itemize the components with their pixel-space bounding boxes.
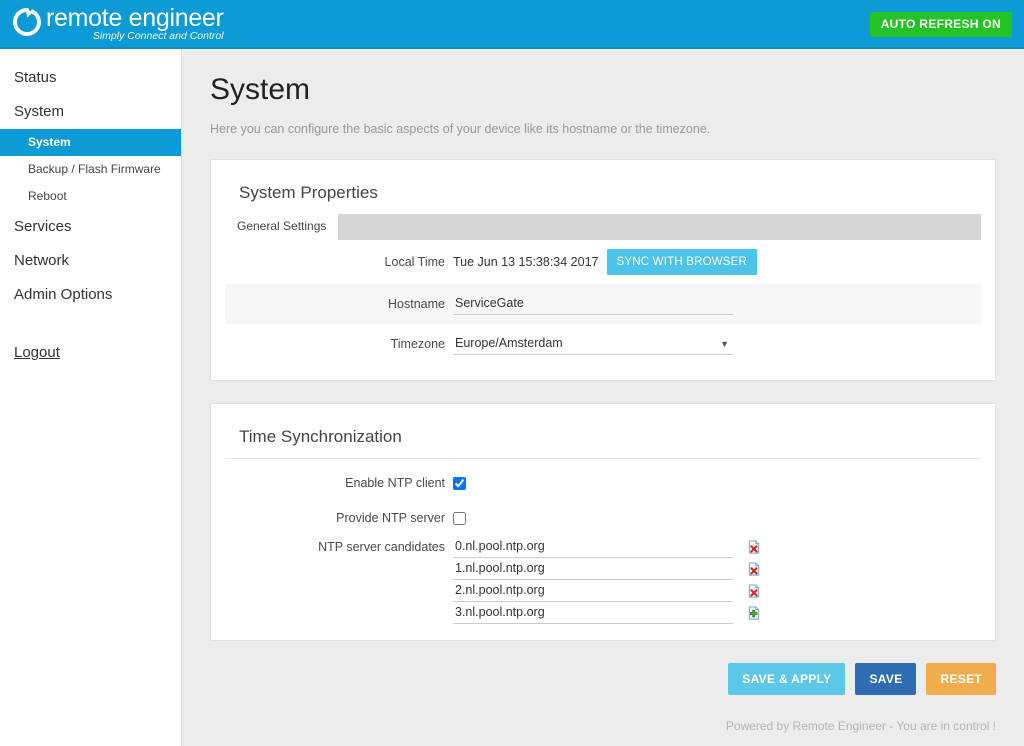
ntp-candidate-row [225, 602, 981, 624]
sidebar-subitem-backup-flash-firmware[interactable]: Backup / Flash Firmware [0, 156, 181, 183]
provide-ntp-server-cell [453, 511, 981, 525]
ntp-candidate-input-1[interactable] [453, 558, 733, 580]
brand-text: remote engineer Simply Connect and Contr… [46, 4, 224, 42]
ntp-candidate-input-0[interactable] [453, 536, 733, 558]
settings-tabbar: General Settings [225, 214, 981, 240]
sidebar-item-admin-options[interactable]: Admin Options [0, 278, 181, 312]
sidebar-item-system[interactable]: System [0, 95, 181, 129]
footer-text: Powered by Remote Engineer - You are in … [725, 719, 996, 733]
sidebar-subitem-system[interactable]: System [0, 129, 181, 156]
provide-ntp-server-label: Provide NTP server [336, 511, 445, 525]
ntp-candidate-input-3[interactable] [453, 602, 733, 624]
enable-ntp-client-cell [453, 476, 981, 490]
hostname-label: Hostname [388, 297, 445, 311]
remove-icon[interactable] [747, 539, 762, 555]
provide-ntp-server-checkbox[interactable] [453, 511, 466, 525]
sidebar-subitem-reboot[interactable]: Reboot [0, 183, 181, 210]
ntp-action-cell [737, 539, 777, 555]
save-and-apply-button[interactable]: SAVE & APPLY [728, 663, 846, 695]
sync-with-browser-button[interactable]: SYNC WITH BROWSER [606, 249, 758, 275]
auto-refresh-toggle-button[interactable]: AUTO REFRESH ON [869, 12, 1012, 37]
ntp-candidate-row [225, 580, 981, 602]
hostname-input[interactable] [453, 293, 733, 315]
row-local-time: Local Time Tue Jun 13 15:38:34 2017 SYNC… [225, 240, 981, 284]
sidebar-nav: Status System System Backup / Flash Firm… [0, 49, 182, 746]
timezone-select[interactable]: Europe/Amsterdam [453, 333, 733, 355]
timezone-select-wrap: Europe/Amsterdam ▼ [453, 333, 733, 355]
system-properties-title: System Properties [239, 183, 378, 202]
ntp-candidate-row: NTP server candidates [225, 536, 981, 558]
time-synchronization-title: Time Synchronization [239, 427, 402, 446]
ntp-input-cell [453, 558, 737, 580]
page-description: Here you can configure the basic aspects… [210, 122, 711, 136]
row-enable-ntp-client: Enable NTP client [225, 458, 981, 500]
remove-icon[interactable] [747, 583, 762, 599]
sidebar-item-status[interactable]: Status [0, 61, 181, 95]
main-content: System Here you can configure the basic … [182, 49, 1024, 746]
local-time-label: Local Time [384, 255, 445, 269]
sidebar-item-network[interactable]: Network [0, 244, 181, 278]
ntp-input-cell [453, 580, 737, 602]
ntp-candidates-group: NTP server candidates [225, 536, 981, 624]
timezone-value-cell: Europe/Amsterdam ▼ [453, 333, 981, 355]
form-actions: SAVE & APPLY SAVE RESET [210, 663, 996, 695]
ntp-input-cell [453, 602, 737, 624]
remote-engineer-logo-icon [13, 8, 41, 36]
timezone-label: Timezone [390, 337, 445, 351]
row-timezone: Timezone Europe/Amsterdam ▼ [225, 324, 981, 364]
row-provide-ntp-server: Provide NTP server [225, 500, 981, 536]
brand-tagline: Simply Connect and Control [92, 30, 224, 42]
ntp-action-cell [737, 583, 777, 599]
brand-logo: remote engineer Simply Connect and Contr… [12, 4, 224, 42]
ntp-action-cell [737, 605, 777, 621]
logout-link[interactable]: Logout [14, 344, 60, 361]
time-synchronization-panel: Time Synchronization Enable NTP client P… [210, 403, 996, 641]
page-title: System [210, 73, 311, 106]
sidebar-item-services[interactable]: Services [0, 210, 181, 244]
reset-button[interactable]: RESET [926, 663, 996, 695]
ntp-action-cell [737, 561, 777, 577]
system-properties-panel: System Properties General Settings Local… [210, 159, 996, 381]
save-button[interactable]: SAVE [855, 663, 917, 695]
local-time-value: Tue Jun 13 15:38:34 2017 [453, 255, 599, 269]
ntp-candidate-input-2[interactable] [453, 580, 733, 602]
ntp-candidate-row [225, 558, 981, 580]
ntp-server-candidates-label: NTP server candidates [318, 540, 445, 554]
remove-icon[interactable] [747, 561, 762, 577]
hostname-value-cell [453, 293, 981, 315]
ntp-input-cell [453, 536, 737, 558]
add-icon[interactable] [747, 605, 762, 621]
row-hostname: Hostname [225, 284, 981, 324]
local-time-value-cell: Tue Jun 13 15:38:34 2017 SYNC WITH BROWS… [453, 249, 981, 275]
sidebar-list: Status System System Backup / Flash Firm… [0, 49, 181, 312]
enable-ntp-client-checkbox[interactable] [453, 476, 466, 490]
app-header: remote engineer Simply Connect and Contr… [0, 0, 1024, 49]
brand-title: remote engineer [46, 4, 224, 32]
enable-ntp-client-label: Enable NTP client [345, 476, 445, 490]
tab-general-settings[interactable]: General Settings [225, 214, 339, 240]
